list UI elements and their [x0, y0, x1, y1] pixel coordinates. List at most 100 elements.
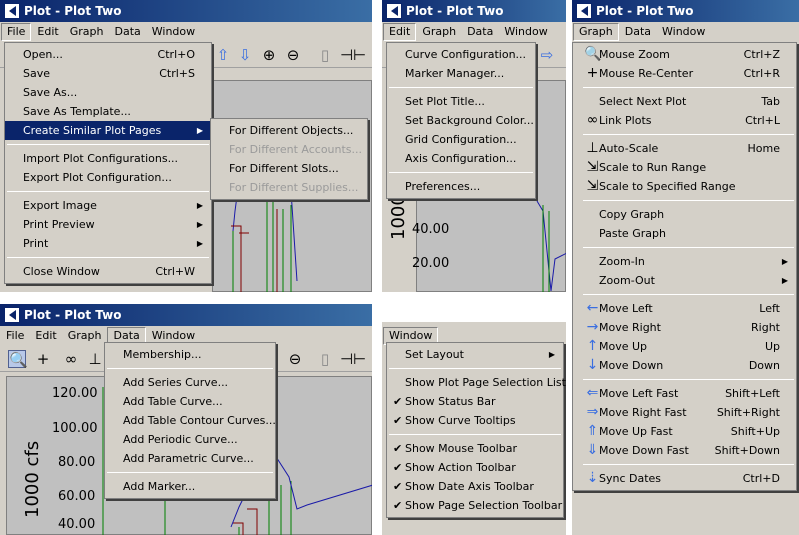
center-icon[interactable]: ⊣⊢	[340, 350, 366, 368]
menu-item-zoom-in[interactable]: Zoom-In ▶	[581, 252, 796, 271]
menu-item-save[interactable]: Save Ctrl+S	[5, 64, 211, 83]
menu-item-print-preview[interactable]: Print Preview ▶	[5, 215, 211, 234]
menu-item-mouse-recenter[interactable]: + Mouse Re-Center Ctrl+R	[581, 64, 796, 83]
scale-range-icon: ⇲	[586, 159, 599, 175]
y-axis-label: 1000 cfs	[22, 440, 43, 518]
menu-item-add-table-curve[interactable]: Add Table Curve...	[105, 392, 275, 411]
menu-item-membership[interactable]: Membership...	[105, 345, 275, 364]
y-tick: 80.00	[58, 455, 96, 470]
menu-item-close-window[interactable]: Close Window Ctrl+W	[5, 262, 211, 281]
panel-data-menu: Plot - Plot Two File Edit Graph Data Window …	[0, 304, 372, 535]
menu-item-auto-scale[interactable]: ⊥ Auto-Scale Home	[581, 139, 796, 158]
menu-item-zoom-out[interactable]: Zoom-Out ▶	[581, 271, 796, 290]
menu-item-show-action-toolbar[interactable]: ✔ Show Action Toolbar	[387, 458, 563, 477]
panel-file-menu: Plot - Plot Two File Edit Graph Data Window …	[0, 0, 372, 292]
menu-item-add-parametric-curve[interactable]: Add Parametric Curve...	[105, 449, 275, 468]
zoom-out-icon[interactable]: ⊖	[286, 350, 304, 368]
menu-item-show-date-axis-toolbar[interactable]: ✔ Show Date Axis Toolbar	[387, 477, 563, 496]
menu-graph[interactable]: Graph	[63, 326, 107, 346]
menu-item-scale-specified-range[interactable]: ⇲ Scale to Specified Range	[581, 177, 796, 196]
menu-item-sync-dates[interactable]: ⇣ Sync Dates Ctrl+D	[581, 469, 796, 488]
app-logo-icon	[4, 307, 20, 323]
move-right-icon[interactable]: ⇨	[538, 46, 556, 64]
arrow-down-icon: ↓	[586, 357, 599, 373]
menu-item-move-up-fast[interactable]: ⇑ Move Up Fast Shift+Up	[581, 422, 796, 441]
menu-item-show-page-selection-toolbar[interactable]: ✔ Show Page Selection Toolbar	[387, 496, 563, 515]
menu-item-move-left-fast[interactable]: ⇐ Move Left Fast Shift+Left	[581, 384, 796, 403]
menu-item-different-objects[interactable]: For Different Objects...	[211, 121, 367, 140]
menu-item-save-as[interactable]: Save As...	[5, 83, 211, 102]
auto-scale-icon[interactable]: ⊥	[86, 350, 104, 368]
menu-graph[interactable]: Graph	[417, 22, 461, 42]
menu-item-create-similar[interactable]: Create Similar Plot Pages ▶	[5, 121, 211, 140]
mouse-zoom-icon[interactable]: 🔍	[8, 350, 28, 369]
menu-item-set-title[interactable]: Set Plot Title...	[387, 92, 535, 111]
menu-edit[interactable]: Edit	[30, 326, 61, 346]
menu-item-set-layout[interactable]: Set Layout ▶	[387, 345, 563, 364]
menu-item-scale-run-range[interactable]: ⇲ Scale to Run Range	[581, 158, 796, 177]
menu-item-marker-manager[interactable]: Marker Manager...	[387, 64, 535, 83]
fast-down-icon: ⇓	[586, 442, 599, 458]
menu-edit[interactable]: Edit	[32, 22, 63, 42]
edit-dropdown: Curve Configuration... Marker Manager...…	[386, 42, 536, 199]
menu-item-show-curve-tooltips[interactable]: ✔ Show Curve Tooltips	[387, 411, 563, 430]
panel-graph-menu: Plot - Plot Two Graph Data Window 🔍 Mouse Z…	[572, 0, 799, 535]
separator	[583, 200, 794, 201]
split-icon[interactable]: ▯	[316, 46, 334, 64]
menu-file[interactable]: File	[1, 23, 32, 41]
menu-item-copy-graph[interactable]: Copy Graph	[581, 205, 796, 224]
menu-item-grid-config[interactable]: Grid Configuration...	[387, 130, 535, 149]
separator	[389, 172, 533, 173]
menu-data[interactable]: Data	[620, 22, 656, 42]
window-title: Plot - Plot Two	[24, 308, 122, 322]
crosshair-icon[interactable]: +	[34, 350, 52, 368]
menu-item-axis-config[interactable]: Axis Configuration...	[387, 149, 535, 168]
menu-item-import-config[interactable]: Import Plot Configurations...	[5, 149, 211, 168]
center-icon[interactable]: ⊣⊢	[340, 46, 366, 64]
link-icon[interactable]: ∞	[62, 350, 80, 368]
move-down-icon[interactable]: ⇩	[236, 46, 254, 64]
menu-item-move-down[interactable]: ↓ Move Down Down	[581, 356, 796, 375]
menu-window[interactable]: Window	[499, 22, 552, 42]
menu-item-show-plot-page-list[interactable]: Show Plot Page Selection List	[387, 373, 566, 392]
menu-item-add-marker[interactable]: Add Marker...	[105, 477, 275, 496]
menu-item-bg-color[interactable]: Set Background Color...	[387, 111, 535, 130]
menu-item-show-mouse-toolbar[interactable]: ✔ Show Mouse Toolbar	[387, 439, 563, 458]
zoom-in-icon[interactable]: ⊕	[260, 46, 278, 64]
menu-item-add-series-curve[interactable]: Add Series Curve...	[105, 373, 275, 392]
y-tick: 20.00	[412, 256, 450, 271]
menu-data[interactable]: Data	[109, 22, 145, 42]
menu-item-different-slots[interactable]: For Different Slots...	[211, 159, 367, 178]
zoom-out-icon[interactable]: ⊖	[284, 46, 302, 64]
menu-item-add-periodic-curve[interactable]: Add Periodic Curve...	[105, 430, 275, 449]
menu-window[interactable]: Window	[657, 22, 710, 42]
menu-item-export-image[interactable]: Export Image ▶	[5, 196, 211, 215]
menu-graph[interactable]: Graph	[65, 22, 109, 42]
menu-item-move-right-fast[interactable]: ⇒ Move Right Fast Shift+Right	[581, 403, 796, 422]
menu-item-print[interactable]: Print ▶	[5, 234, 211, 253]
menu-item-paste-graph[interactable]: Paste Graph	[581, 224, 796, 243]
menu-edit[interactable]: Edit	[383, 23, 417, 41]
menu-item-open[interactable]: Open... Ctrl+O	[5, 45, 211, 64]
menu-item-add-table-contour[interactable]: Add Table Contour Curves...	[105, 411, 276, 430]
menu-item-select-next-plot[interactable]: Select Next Plot Tab	[581, 92, 796, 111]
menu-item-move-right[interactable]: → Move Right Right	[581, 318, 796, 337]
menu-item-move-up[interactable]: ↑ Move Up Up	[581, 337, 796, 356]
menu-item-move-left[interactable]: ← Move Left Left	[581, 299, 796, 318]
menu-item-link-plots[interactable]: ∞ Link Plots Ctrl+L	[581, 111, 796, 130]
menu-item-save-template[interactable]: Save As Template...	[5, 102, 211, 121]
menu-data[interactable]: Data	[462, 22, 498, 42]
menu-file[interactable]: File	[1, 326, 29, 346]
menu-item-mouse-zoom[interactable]: 🔍 Mouse Zoom Ctrl+Z	[581, 45, 796, 64]
menu-item-curve-config[interactable]: Curve Configuration...	[387, 45, 535, 64]
menu-item-preferences[interactable]: Preferences...	[387, 177, 535, 196]
menu-window[interactable]: Window	[147, 22, 200, 42]
menu-item-show-status-bar[interactable]: ✔ Show Status Bar	[387, 392, 563, 411]
move-up-icon[interactable]: ⇧	[214, 46, 232, 64]
checkmark-icon: ✔	[393, 414, 403, 427]
menu-item-different-accounts: For Different Accounts...	[229, 143, 363, 156]
menu-graph[interactable]: Graph	[573, 23, 619, 41]
menu-item-move-down-fast[interactable]: ⇓ Move Down Fast Shift+Down	[581, 441, 796, 460]
menu-item-export-config[interactable]: Export Plot Configuration...	[5, 168, 211, 187]
split-icon[interactable]: ▯	[316, 350, 334, 368]
